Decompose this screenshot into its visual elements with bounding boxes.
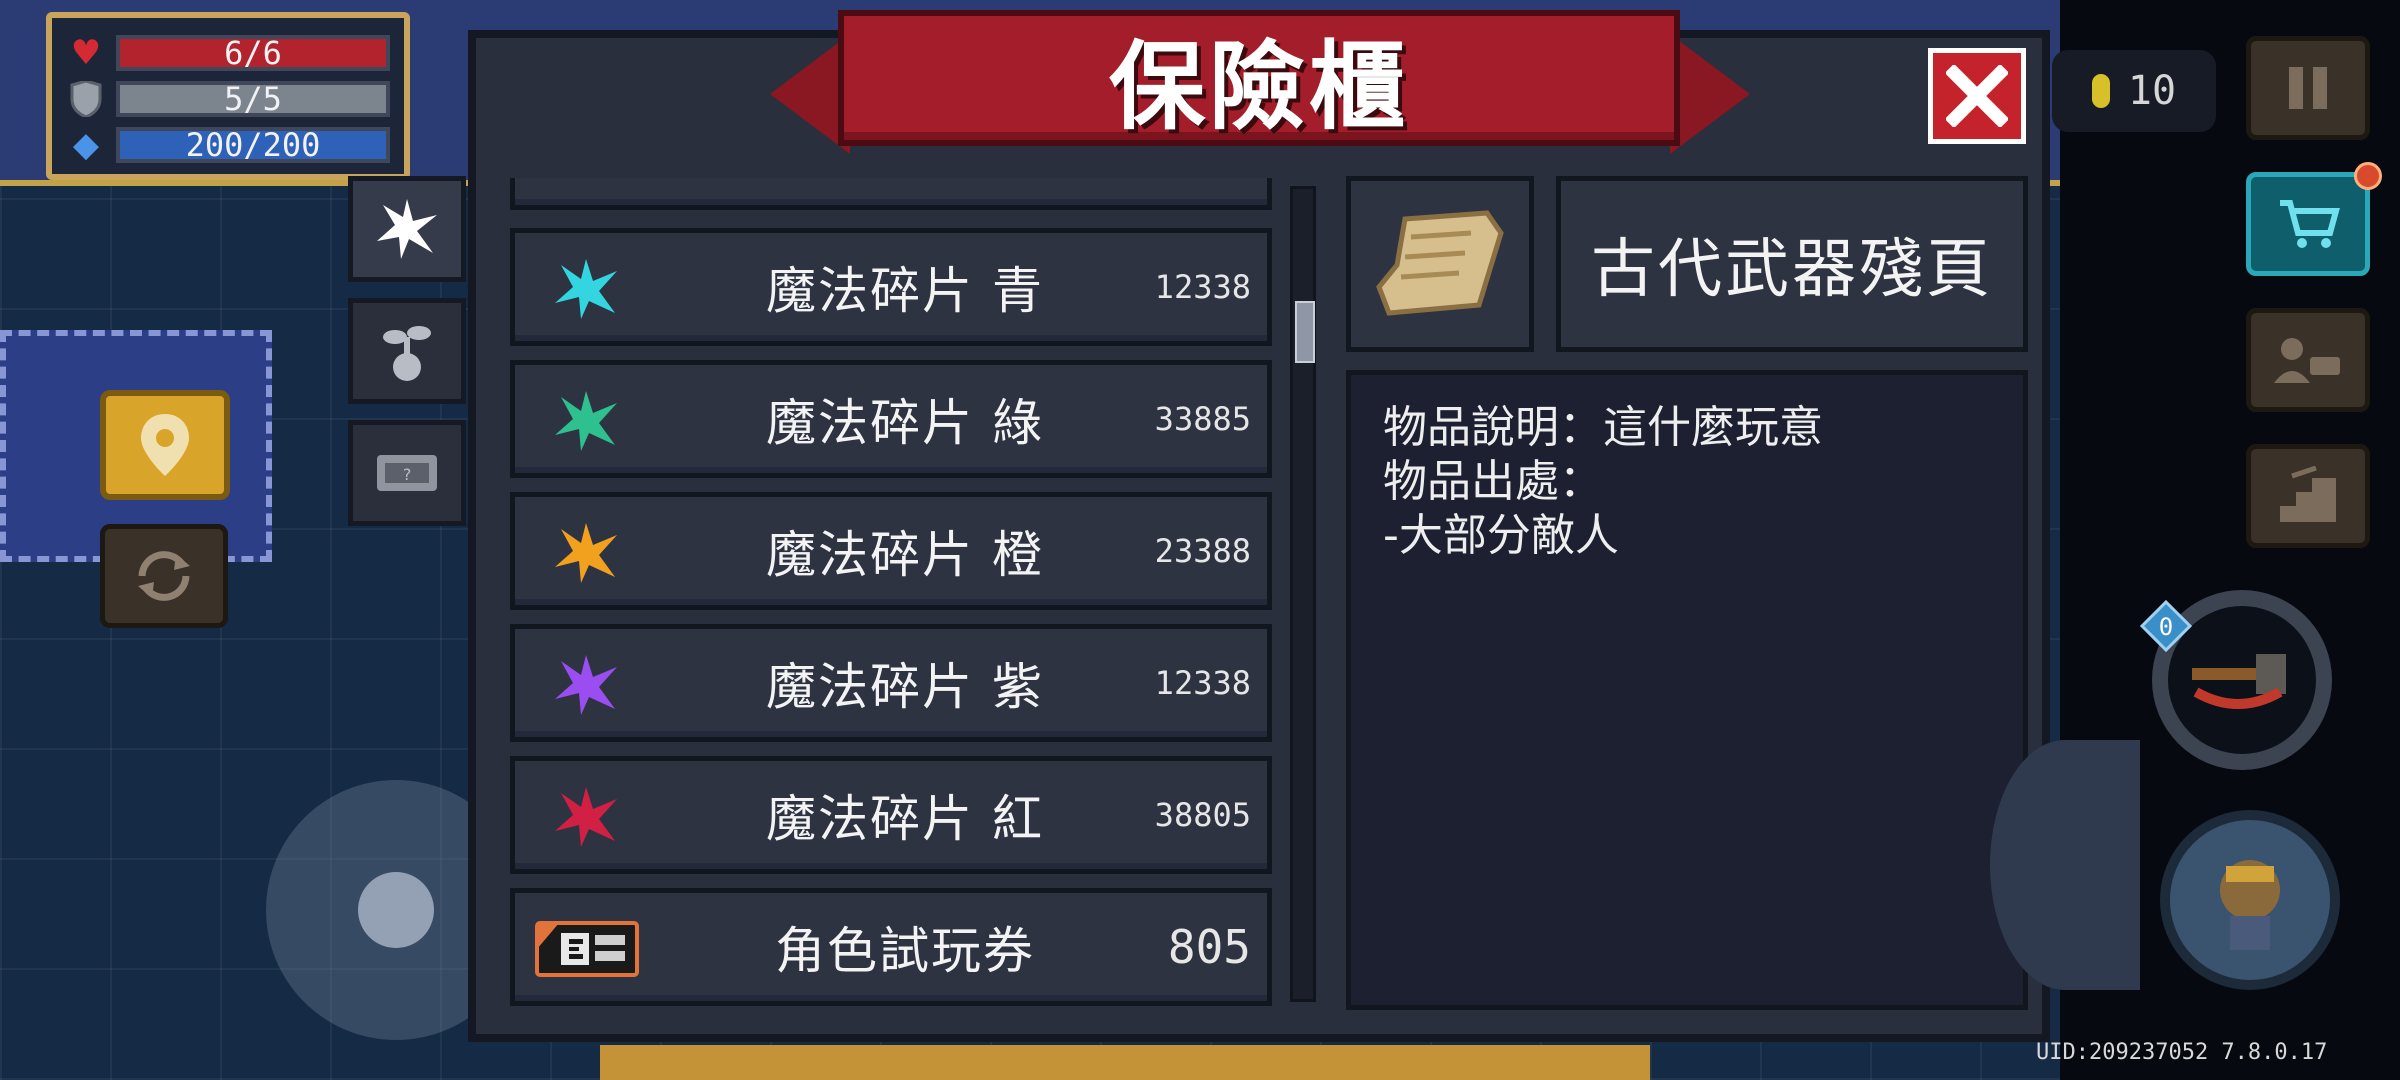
list-item[interactable]: 魔法碎片 青 12338 bbox=[510, 228, 1272, 346]
hp-row: ♥ 6/6 bbox=[66, 30, 390, 76]
armor-value: 5/5 bbox=[116, 80, 390, 118]
item-list[interactable]: 魔法碎片 青 12338 魔法碎片 綠 33885 魔法碎片 橙 23388 魔… bbox=[510, 178, 1272, 1010]
cart-icon bbox=[2280, 200, 2340, 248]
list-item[interactable]: 魔法碎片 綠 33885 bbox=[510, 360, 1272, 478]
item-name: 魔法碎片 橙 bbox=[766, 526, 1044, 584]
item-name: 魔法碎片 綠 bbox=[766, 394, 1044, 452]
coin-value: 10 bbox=[2127, 68, 2177, 114]
item-name: 魔法碎片 紅 bbox=[766, 790, 1044, 848]
heart-icon: ♥ bbox=[70, 33, 102, 73]
attack-button[interactable] bbox=[1990, 740, 2140, 990]
description-line: 物品出處： bbox=[1383, 456, 1603, 507]
title-banner: 保險櫃 bbox=[838, 10, 1680, 146]
crystal-purple-icon bbox=[555, 655, 617, 715]
crystal-cyan-icon bbox=[555, 259, 617, 319]
banner-ribbon-right bbox=[1670, 34, 1750, 154]
shop-button[interactable] bbox=[2246, 172, 2370, 276]
item-name: 角色試玩券 bbox=[775, 922, 1035, 980]
shield-icon bbox=[66, 81, 106, 117]
svg-text:0: 0 bbox=[2159, 613, 2173, 641]
coin-icon bbox=[2091, 74, 2110, 108]
list-item[interactable]: 角色試玩券 805 bbox=[510, 888, 1272, 1006]
detail-icon-box bbox=[1346, 176, 1534, 352]
close-icon bbox=[1946, 65, 2008, 127]
joystick-knob[interactable] bbox=[358, 872, 434, 948]
map-button[interactable] bbox=[100, 390, 230, 500]
player-status-panel: ♥ 6/6 5/5 ◆ 200/200 bbox=[46, 12, 410, 180]
scene-floor-decoration bbox=[600, 1045, 1650, 1080]
pause-icon bbox=[2289, 67, 2327, 109]
list-item[interactable]: 魔法碎片 紅 38805 bbox=[510, 756, 1272, 874]
energy-row: ◆ 200/200 bbox=[66, 122, 390, 168]
energy-diamond-icon: ◆ bbox=[72, 125, 100, 165]
list-item-partial[interactable] bbox=[510, 178, 1272, 210]
crystal-green-icon bbox=[555, 391, 617, 451]
detail-item-name: 古代武器殘頁 bbox=[1556, 176, 2028, 352]
item-count: 23388 bbox=[1154, 532, 1251, 570]
swap-button[interactable] bbox=[100, 524, 228, 628]
crystal-orange-icon bbox=[555, 523, 617, 583]
detail-description: 物品說明：這什麼玩意 物品出處： -大部分敵人 bbox=[1346, 370, 2028, 1010]
uid-version-label: UID:209237052 7.8.0.17 bbox=[2036, 1040, 2328, 1065]
item-count: 12338 bbox=[1154, 664, 1251, 702]
stairs-button[interactable] bbox=[2246, 444, 2370, 548]
modal-title: 保險櫃 bbox=[1109, 30, 1409, 143]
skill-button[interactable] bbox=[2160, 810, 2340, 990]
close-button[interactable] bbox=[1928, 48, 2026, 144]
item-count: 38805 bbox=[1154, 796, 1251, 834]
list-item[interactable]: 魔法碎片 紫 12338 bbox=[510, 624, 1272, 742]
star-burst-icon bbox=[377, 199, 437, 259]
armor-row: 5/5 bbox=[66, 76, 390, 122]
profile-button[interactable] bbox=[2246, 308, 2370, 412]
description-line: 物品說明：這什麼玩意 bbox=[1383, 402, 1823, 453]
ticket-icon: ? bbox=[377, 455, 437, 491]
item-name: 魔法碎片 青 bbox=[766, 262, 1044, 320]
trial-ticket-icon bbox=[535, 921, 639, 977]
pause-button[interactable] bbox=[2246, 36, 2370, 140]
tab-plants[interactable] bbox=[348, 298, 466, 404]
description-line: -大部分敵人 bbox=[1383, 510, 1619, 561]
scrollbar-thumb[interactable] bbox=[1295, 301, 1315, 363]
energy-value: 200/200 bbox=[116, 126, 390, 164]
hp-value: 6/6 bbox=[116, 34, 390, 72]
tab-tickets[interactable]: ? bbox=[348, 420, 466, 526]
location-pin-icon bbox=[141, 414, 189, 476]
item-count: 12338 bbox=[1154, 268, 1251, 306]
tab-materials[interactable] bbox=[348, 176, 466, 282]
item-count: 33885 bbox=[1154, 400, 1251, 438]
crystal-red-icon bbox=[555, 787, 617, 847]
list-item[interactable]: 魔法碎片 橙 23388 bbox=[510, 492, 1272, 610]
list-scrollbar[interactable] bbox=[1290, 186, 1316, 1002]
svg-text:?: ? bbox=[402, 465, 412, 484]
ancient-page-icon bbox=[1376, 210, 1504, 316]
coin-counter: 10 bbox=[2052, 50, 2216, 132]
stairs-icon bbox=[2280, 466, 2336, 522]
item-name: 魔法碎片 紫 bbox=[766, 658, 1044, 716]
character-avatar-icon bbox=[2220, 860, 2280, 950]
item-count: 805 bbox=[1167, 920, 1251, 974]
shop-notification-dot bbox=[2354, 162, 2382, 190]
plant-icon bbox=[383, 326, 431, 381]
swap-arrows-icon bbox=[138, 551, 190, 601]
ammo-diamond-icon: 0 bbox=[2140, 600, 2192, 652]
profile-card-icon bbox=[2274, 338, 2340, 383]
